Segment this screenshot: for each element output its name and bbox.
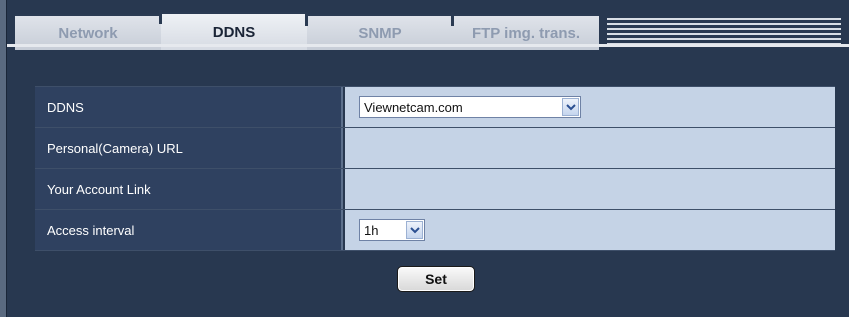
row-access-interval: Access interval 1h (35, 210, 835, 251)
left-border (0, 0, 7, 317)
tab-label-network: Network (58, 24, 118, 42)
value-access-interval: 1h (345, 210, 835, 250)
chevron-down-icon[interactable] (562, 98, 579, 116)
tab-stripes-decoration (607, 18, 841, 46)
row-ddns: DDNS Viewnetcam.com (35, 86, 835, 128)
set-button-wrap: Set (397, 266, 475, 292)
value-personal-url (345, 128, 835, 168)
tab-label-snmp: SNMP (358, 24, 402, 42)
ddns-service-value: Viewnetcam.com (364, 99, 463, 115)
tab-stripes-end (841, 18, 849, 46)
row-account-link: Your Account Link (35, 169, 835, 210)
access-interval-select[interactable]: 1h (359, 219, 425, 241)
tab-label-ftp: FTP img. trans. (471, 24, 581, 42)
label-account-link: Your Account Link (35, 169, 343, 209)
access-interval-value: 1h (364, 222, 379, 238)
label-personal-url: Personal(Camera) URL (35, 128, 343, 168)
tab-label-ddns: DDNS (212, 23, 256, 41)
row-personal-url: Personal(Camera) URL (35, 128, 835, 169)
ddns-service-select[interactable]: Viewnetcam.com (359, 96, 581, 118)
label-access-interval: Access interval (35, 210, 343, 250)
tab-separator (159, 10, 162, 24)
tab-separator (305, 12, 308, 26)
set-button[interactable]: Set (397, 266, 475, 292)
tab-bar: Network DDNS SNMP FTP img. trans. (7, 6, 849, 50)
ddns-settings-table: DDNS Viewnetcam.com Personal(Camera) URL… (35, 86, 835, 251)
tab-baseline (7, 44, 849, 47)
value-account-link (345, 169, 835, 209)
label-ddns: DDNS (35, 87, 343, 127)
chevron-down-icon[interactable] (406, 221, 423, 239)
settings-panel: Network DDNS SNMP FTP img. trans. DDNS V… (0, 0, 849, 317)
value-ddns: Viewnetcam.com (345, 87, 835, 127)
tab-separator (451, 12, 454, 26)
